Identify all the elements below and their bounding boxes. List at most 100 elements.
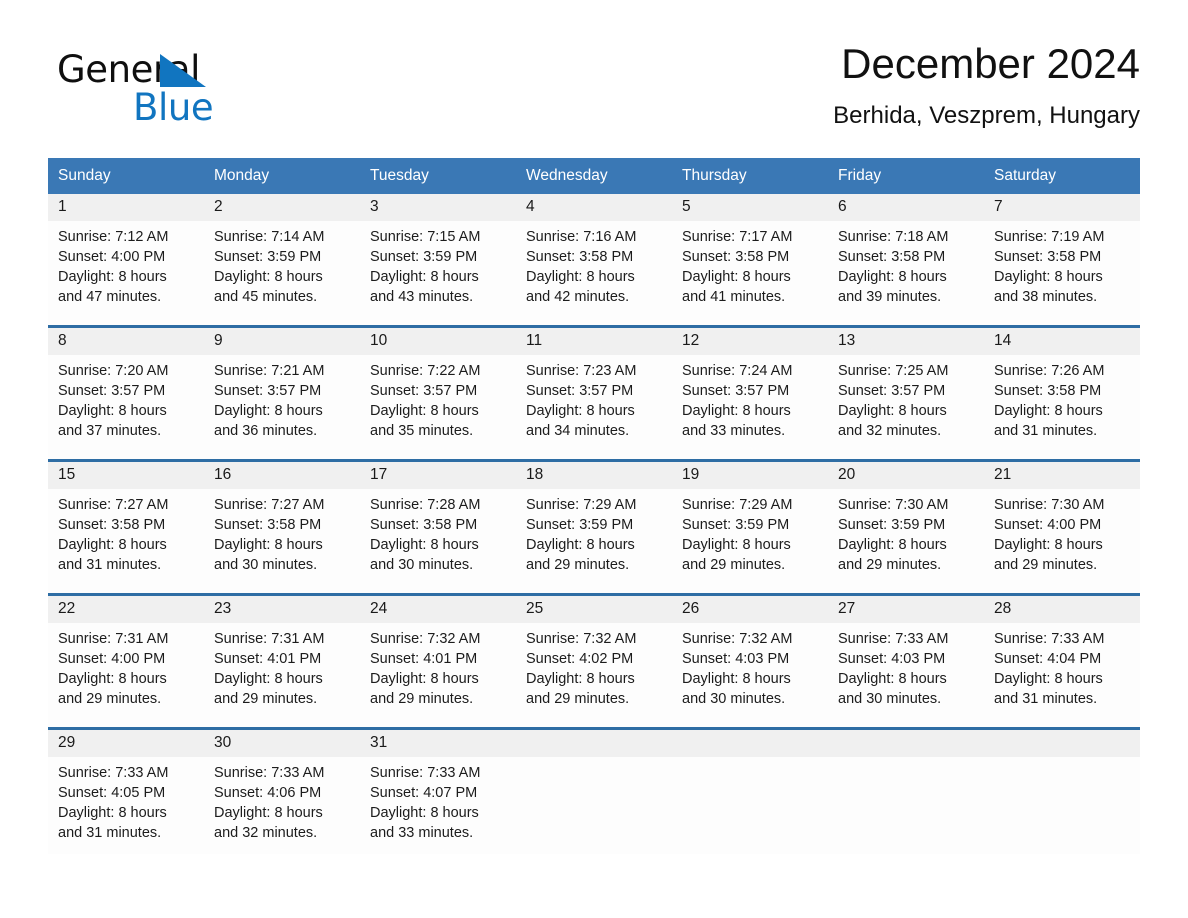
sunrise-text: Sunrise: 7:27 AM [214, 497, 325, 513]
sunrise-text: Sunrise: 7:26 AM [994, 363, 1105, 379]
calendar-day-cell[interactable]: 23 Sunrise: 7:31 AM Sunset: 4:01 PM Dayligh… [204, 596, 360, 727]
calendar-day-cell[interactable]: 5 Sunrise: 7:17 AM Sunset: 3:58 PM Daylight… [672, 194, 828, 325]
day-number: 17 [370, 466, 388, 483]
calendar-day-cell[interactable]: 8 Sunrise: 7:20 AM Sunset: 3:57 PM Daylight… [48, 328, 204, 459]
daylight-text-line1: Daylight: 8 hours [58, 269, 167, 285]
sunset-text: Sunset: 3:59 PM [214, 249, 322, 265]
calendar-day-cell[interactable]: 3 Sunrise: 7:15 AM Sunset: 3:59 PM Daylight… [360, 194, 516, 325]
day-details [516, 757, 672, 763]
calendar-day-cell[interactable]: 10 Sunrise: 7:22 AM Sunset: 3:57 PM Dayligh… [360, 328, 516, 459]
day-number-band: 31 [360, 730, 516, 757]
day-number-band: 13 [828, 328, 984, 355]
calendar-day-cell[interactable]: 16 Sunrise: 7:27 AM Sunset: 3:58 PM Dayligh… [204, 462, 360, 593]
day-number: 16 [214, 466, 232, 483]
day-number-band: 21 [984, 462, 1140, 489]
day-number-band: 14 [984, 328, 1140, 355]
daylight-text-line2: and 30 minutes. [838, 691, 942, 707]
sunset-text: Sunset: 4:03 PM [682, 651, 790, 667]
day-details: Sunrise: 7:24 AM Sunset: 3:57 PM Daylight:… [672, 355, 828, 441]
generalblue-logo[interactable]: General Blue [57, 48, 267, 132]
calendar-day-cell[interactable]: 12 Sunrise: 7:24 AM Sunset: 3:57 PM Dayligh… [672, 328, 828, 459]
daylight-text-line2: and 32 minutes. [214, 825, 318, 841]
day-number-band: 8 [48, 328, 204, 355]
calendar-day-cell[interactable]: 22 Sunrise: 7:31 AM Sunset: 4:00 PM Dayligh… [48, 596, 204, 727]
calendar-day-cell[interactable]: 30 Sunrise: 7:33 AM Sunset: 4:06 PM Dayligh… [204, 730, 360, 854]
day-number-band [828, 730, 984, 757]
calendar-day-empty [984, 730, 1140, 854]
sunrise-text: Sunrise: 7:24 AM [682, 363, 793, 379]
page-header: General Blue December 2024 Berhida, Vesz… [48, 38, 1140, 148]
calendar-day-cell[interactable]: 11 Sunrise: 7:23 AM Sunset: 3:57 PM Dayligh… [516, 328, 672, 459]
weekday-header-wednesday: Wednesday [526, 167, 608, 184]
weekday-header-monday: Monday [214, 167, 270, 184]
day-number: 9 [214, 332, 223, 349]
day-details: Sunrise: 7:16 AM Sunset: 3:58 PM Daylight:… [516, 221, 672, 307]
calendar-day-cell[interactable]: 29 Sunrise: 7:33 AM Sunset: 4:05 PM Dayligh… [48, 730, 204, 854]
calendar-day-cell[interactable]: 4 Sunrise: 7:16 AM Sunset: 3:58 PM Daylight… [516, 194, 672, 325]
sunset-text: Sunset: 3:59 PM [838, 517, 946, 533]
weekday-header-tuesday: Tuesday [370, 167, 429, 184]
day-details: Sunrise: 7:31 AM Sunset: 4:00 PM Daylight:… [48, 623, 204, 709]
sunset-text: Sunset: 3:59 PM [682, 517, 790, 533]
sunset-text: Sunset: 3:58 PM [370, 517, 478, 533]
calendar-day-cell[interactable]: 27 Sunrise: 7:33 AM Sunset: 4:03 PM Dayligh… [828, 596, 984, 727]
week-grid: 1 Sunrise: 7:12 AM Sunset: 4:00 PM Daylight… [48, 194, 1140, 325]
calendar-day-cell[interactable]: 31 Sunrise: 7:33 AM Sunset: 4:07 PM Dayligh… [360, 730, 516, 854]
calendar-weeks: 1 Sunrise: 7:12 AM Sunset: 4:00 PM Daylight… [48, 194, 1140, 854]
calendar-day-cell[interactable]: 28 Sunrise: 7:33 AM Sunset: 4:04 PM Dayligh… [984, 596, 1140, 727]
calendar-day-cell[interactable]: 25 Sunrise: 7:32 AM Sunset: 4:02 PM Dayligh… [516, 596, 672, 727]
calendar-day-cell[interactable]: 2 Sunrise: 7:14 AM Sunset: 3:59 PM Daylight… [204, 194, 360, 325]
day-number-band: 1 [48, 194, 204, 221]
day-number-band: 23 [204, 596, 360, 623]
calendar-day-cell[interactable]: 21 Sunrise: 7:30 AM Sunset: 4:00 PM Dayligh… [984, 462, 1140, 593]
day-number: 25 [526, 600, 544, 617]
calendar-day-cell[interactable]: 6 Sunrise: 7:18 AM Sunset: 3:58 PM Daylight… [828, 194, 984, 325]
day-number: 10 [370, 332, 388, 349]
daylight-text-line1: Daylight: 8 hours [994, 671, 1103, 687]
calendar-day-cell[interactable]: 14 Sunrise: 7:26 AM Sunset: 3:58 PM Dayligh… [984, 328, 1140, 459]
calendar-day-cell[interactable]: 9 Sunrise: 7:21 AM Sunset: 3:57 PM Daylight… [204, 328, 360, 459]
sunset-text: Sunset: 3:57 PM [682, 383, 790, 399]
sunset-text: Sunset: 3:57 PM [214, 383, 322, 399]
daylight-text-line1: Daylight: 8 hours [58, 805, 167, 821]
day-number-band: 9 [204, 328, 360, 355]
day-number: 4 [526, 198, 535, 215]
sunset-text: Sunset: 3:58 PM [994, 383, 1102, 399]
day-number: 23 [214, 600, 232, 617]
sunrise-text: Sunrise: 7:33 AM [838, 631, 949, 647]
calendar-day-cell[interactable]: 24 Sunrise: 7:32 AM Sunset: 4:01 PM Dayligh… [360, 596, 516, 727]
day-number: 19 [682, 466, 700, 483]
daylight-text-line2: and 35 minutes. [370, 423, 474, 439]
logo-text-blue: Blue [133, 86, 214, 129]
day-number-band: 25 [516, 596, 672, 623]
day-number-band: 24 [360, 596, 516, 623]
daylight-text-line1: Daylight: 8 hours [526, 403, 635, 419]
calendar-day-cell[interactable]: 18 Sunrise: 7:29 AM Sunset: 3:59 PM Dayligh… [516, 462, 672, 593]
calendar-day-cell[interactable]: 19 Sunrise: 7:29 AM Sunset: 3:59 PM Dayligh… [672, 462, 828, 593]
daylight-text-line1: Daylight: 8 hours [526, 537, 635, 553]
calendar-day-cell[interactable]: 17 Sunrise: 7:28 AM Sunset: 3:58 PM Dayligh… [360, 462, 516, 593]
day-number-band: 6 [828, 194, 984, 221]
day-number-band: 7 [984, 194, 1140, 221]
calendar-day-cell[interactable]: 26 Sunrise: 7:32 AM Sunset: 4:03 PM Dayligh… [672, 596, 828, 727]
day-number-band: 3 [360, 194, 516, 221]
daylight-text-line1: Daylight: 8 hours [214, 671, 323, 687]
daylight-text-line1: Daylight: 8 hours [682, 671, 791, 687]
calendar-day-cell[interactable]: 13 Sunrise: 7:25 AM Sunset: 3:57 PM Dayligh… [828, 328, 984, 459]
daylight-text-line2: and 45 minutes. [214, 289, 318, 305]
calendar-day-cell[interactable]: 20 Sunrise: 7:30 AM Sunset: 3:59 PM Dayligh… [828, 462, 984, 593]
day-number: 5 [682, 198, 691, 215]
calendar-day-cell[interactable]: 1 Sunrise: 7:12 AM Sunset: 4:00 PM Daylight… [48, 194, 204, 325]
sunrise-text: Sunrise: 7:22 AM [370, 363, 481, 379]
day-number: 28 [994, 600, 1012, 617]
calendar-day-cell[interactable]: 15 Sunrise: 7:27 AM Sunset: 3:58 PM Dayligh… [48, 462, 204, 593]
calendar-day-cell[interactable]: 7 Sunrise: 7:19 AM Sunset: 3:58 PM Daylight… [984, 194, 1140, 325]
day-number: 13 [838, 332, 856, 349]
day-number: 24 [370, 600, 388, 617]
daylight-text-line2: and 32 minutes. [838, 423, 942, 439]
sunset-text: Sunset: 4:06 PM [214, 785, 322, 801]
day-number: 12 [682, 332, 700, 349]
day-details: Sunrise: 7:32 AM Sunset: 4:03 PM Daylight:… [672, 623, 828, 709]
sunrise-text: Sunrise: 7:33 AM [214, 765, 325, 781]
sunrise-text: Sunrise: 7:28 AM [370, 497, 481, 513]
